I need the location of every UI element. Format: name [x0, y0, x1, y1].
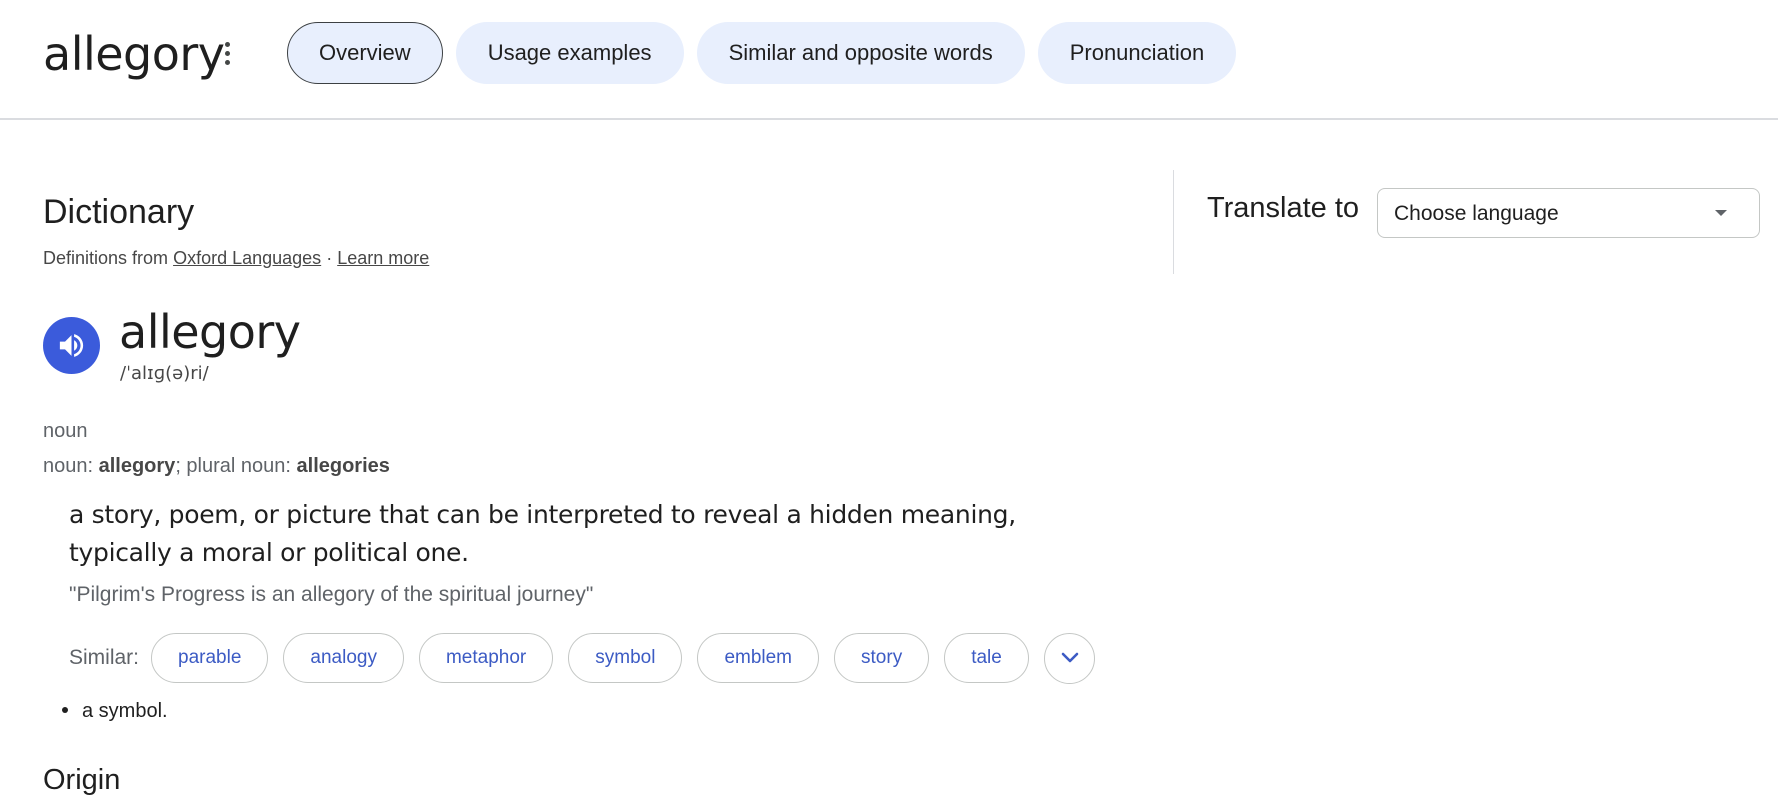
learn-more-link[interactable]: Learn more [337, 248, 429, 268]
separator: · [326, 248, 333, 268]
similar-chip-story[interactable]: story [834, 633, 930, 683]
more-vert-icon[interactable] [218, 38, 238, 70]
plural-value: allegories [296, 455, 390, 477]
similar-chip-metaphor[interactable]: metaphor [418, 633, 554, 683]
tab-overview[interactable]: Overview [287, 22, 443, 84]
oxford-languages-link[interactable]: Oxford Languages [173, 248, 321, 268]
similar-chip-emblem[interactable]: emblem [697, 633, 820, 683]
definition-text: a story, poem, or picture that can be in… [69, 500, 1016, 567]
vertical-divider [1173, 170, 1174, 274]
similar-words-row: Similar: parable analogy metaphor symbol… [69, 632, 1095, 684]
noun-label: noun: [43, 455, 99, 477]
tab-similar-opposite[interactable]: Similar and opposite words [696, 22, 1025, 84]
definitions-source: Definitions from Oxford Languages · Lear… [43, 246, 429, 270]
origin-heading: Origin [43, 764, 121, 796]
similar-chip-tale[interactable]: tale [944, 633, 1029, 683]
dictionary-heading: Dictionary [43, 193, 195, 231]
plural-label: ; plural noun: [175, 455, 297, 477]
noun-value: allegory [98, 455, 176, 477]
similar-label: Similar: [69, 646, 140, 669]
phonetic-spelling: /ˈalɪɡ(ə)ri/ [120, 363, 209, 384]
tab-pronunciation[interactable]: Pronunciation [1037, 22, 1237, 84]
similar-chip-analogy[interactable]: analogy [283, 633, 404, 683]
translate-label: Translate to [1207, 192, 1360, 224]
tab-usage-examples[interactable]: Usage examples [455, 22, 684, 84]
second-sense-text: a symbol. [82, 700, 168, 722]
language-select-value: Choose language [1394, 202, 1559, 225]
language-select[interactable]: Choose language [1377, 188, 1760, 238]
chevron-down-icon[interactable] [1043, 632, 1095, 684]
tab-bar: Overview Usage examples Similar and oppo… [287, 22, 1237, 84]
page-title: allegory [43, 27, 225, 81]
second-sense: a symbol. [62, 698, 168, 724]
source-prefix: Definitions from [43, 248, 169, 268]
bullet-icon [62, 706, 68, 713]
word-forms: noun: allegory; plural noun: allegories [43, 453, 390, 479]
top-bar: allegory Overview Usage examples Similar… [0, 0, 1778, 120]
volume-up-icon[interactable] [43, 317, 100, 374]
similar-chip-symbol[interactable]: symbol [568, 633, 683, 683]
similar-chip-parable[interactable]: parable [151, 633, 269, 683]
headword: allegory [119, 305, 301, 359]
part-of-speech: noun [43, 420, 88, 442]
example-sentence: "Pilgrim's Progress is an allegory of th… [69, 583, 594, 606]
caret-down-icon [1715, 210, 1727, 216]
